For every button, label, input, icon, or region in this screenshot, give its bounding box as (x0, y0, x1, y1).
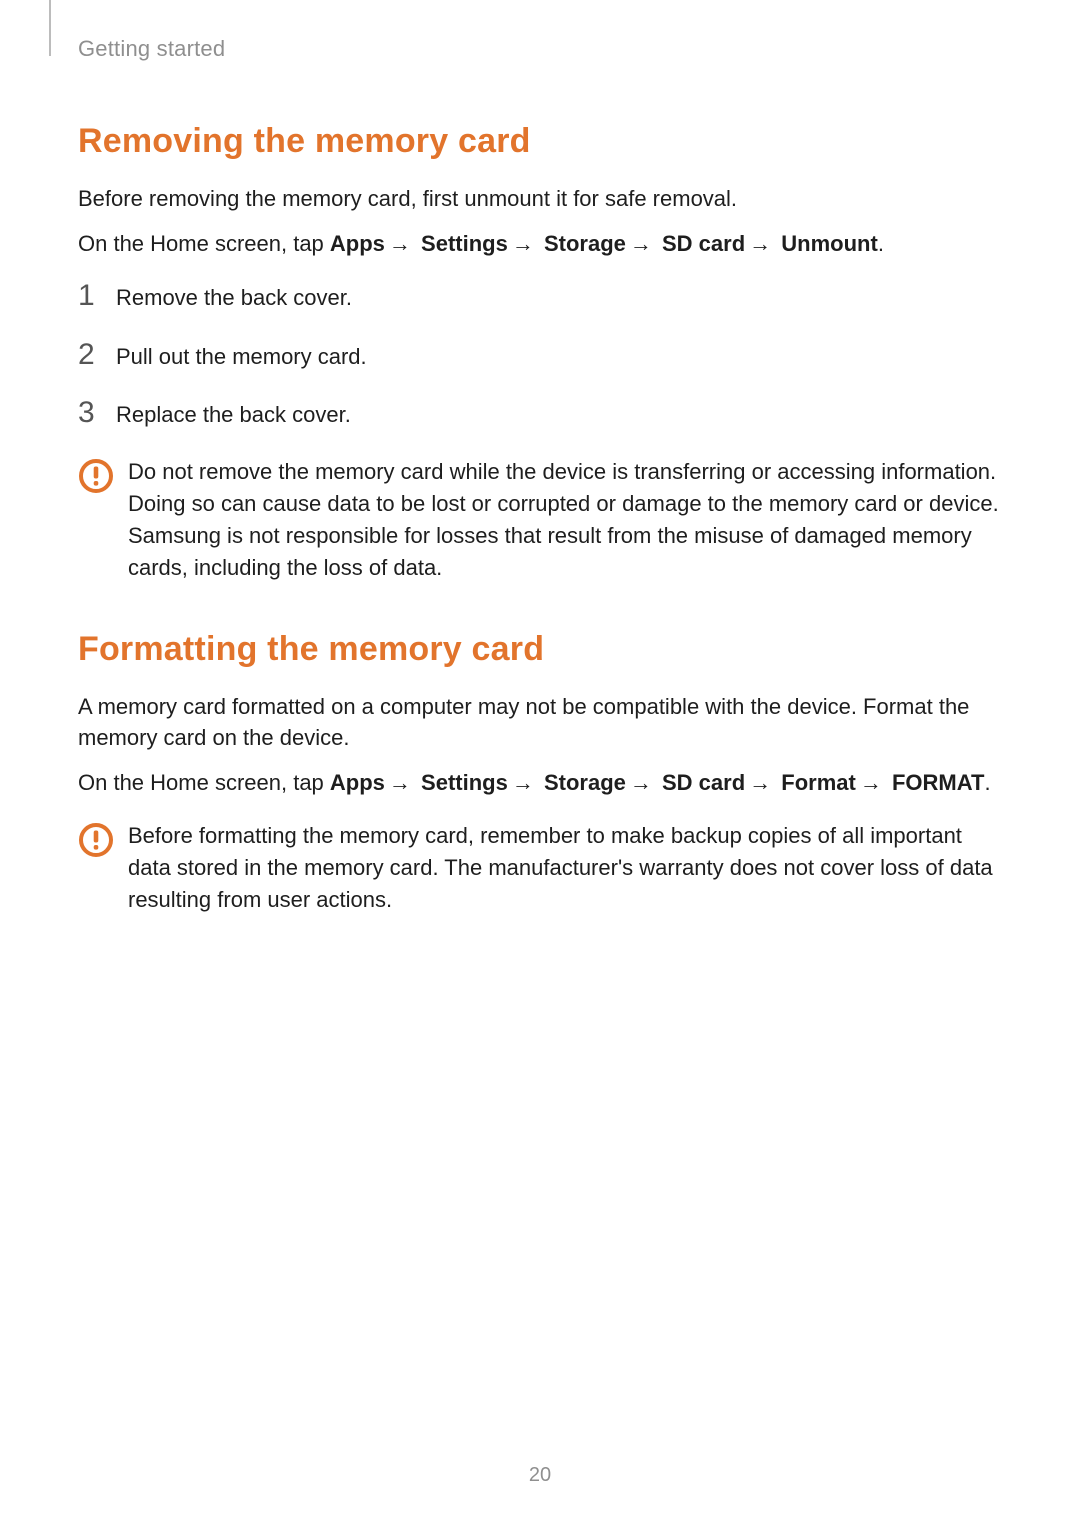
step-item: 3 Replace the back cover. (78, 398, 1002, 430)
nav-prefix: On the Home screen, tap (78, 231, 330, 256)
nav-item: Apps (330, 231, 385, 256)
nav-path-removing: On the Home screen, tap Apps→ Settings→ … (78, 228, 1002, 259)
nav-item: Storage (544, 770, 626, 795)
page-number: 20 (0, 1464, 1080, 1487)
nav-item: Format (781, 770, 856, 795)
step-number: 1 (78, 281, 116, 311)
arrow-icon: → (626, 231, 656, 256)
step-text: Remove the back cover. (116, 282, 352, 313)
heading-formatting: Formatting the memory card (78, 630, 1002, 669)
warning-text: Before formatting the memory card, remem… (128, 820, 1002, 916)
running-header: Getting started (78, 36, 1002, 62)
caution-icon (78, 456, 128, 494)
nav-item: SD card (662, 231, 745, 256)
arrow-icon: → (385, 770, 415, 795)
caution-icon (78, 820, 128, 858)
intro-formatting: A memory card formatted on a computer ma… (78, 691, 1002, 753)
nav-prefix: On the Home screen, tap (78, 770, 330, 795)
nav-item: Storage (544, 231, 626, 256)
nav-suffix: . (878, 231, 884, 256)
step-item: 2 Pull out the memory card. (78, 340, 1002, 372)
nav-item: Settings (421, 770, 508, 795)
heading-removing: Removing the memory card (78, 122, 1002, 161)
crop-mark (49, 0, 51, 56)
nav-item: Apps (330, 770, 385, 795)
step-number: 3 (78, 398, 116, 428)
nav-suffix: . (984, 770, 990, 795)
warning-text: Do not remove the memory card while the … (128, 456, 1002, 584)
arrow-icon: → (745, 770, 775, 795)
warning-callout-removing: Do not remove the memory card while the … (78, 456, 1002, 584)
arrow-icon: → (856, 770, 886, 795)
arrow-icon: → (385, 231, 415, 256)
nav-item: Settings (421, 231, 508, 256)
arrow-icon: → (626, 770, 656, 795)
nav-item: FORMAT (892, 770, 984, 795)
nav-item: SD card (662, 770, 745, 795)
section-formatting: Formatting the memory card A memory card… (78, 630, 1002, 916)
intro-removing: Before removing the memory card, first u… (78, 183, 1002, 214)
arrow-icon: → (508, 770, 538, 795)
warning-callout-formatting: Before formatting the memory card, remem… (78, 820, 1002, 916)
arrow-icon: → (508, 231, 538, 256)
nav-path-formatting: On the Home screen, tap Apps→ Settings→ … (78, 767, 1002, 798)
arrow-icon: → (745, 231, 775, 256)
step-text: Replace the back cover. (116, 399, 351, 430)
page-container: Getting started Removing the memory card… (0, 0, 1080, 1527)
nav-item: Unmount (781, 231, 878, 256)
steps-list-removing: 1 Remove the back cover. 2 Pull out the … (78, 281, 1002, 430)
step-item: 1 Remove the back cover. (78, 281, 1002, 313)
step-text: Pull out the memory card. (116, 341, 367, 372)
step-number: 2 (78, 340, 116, 370)
